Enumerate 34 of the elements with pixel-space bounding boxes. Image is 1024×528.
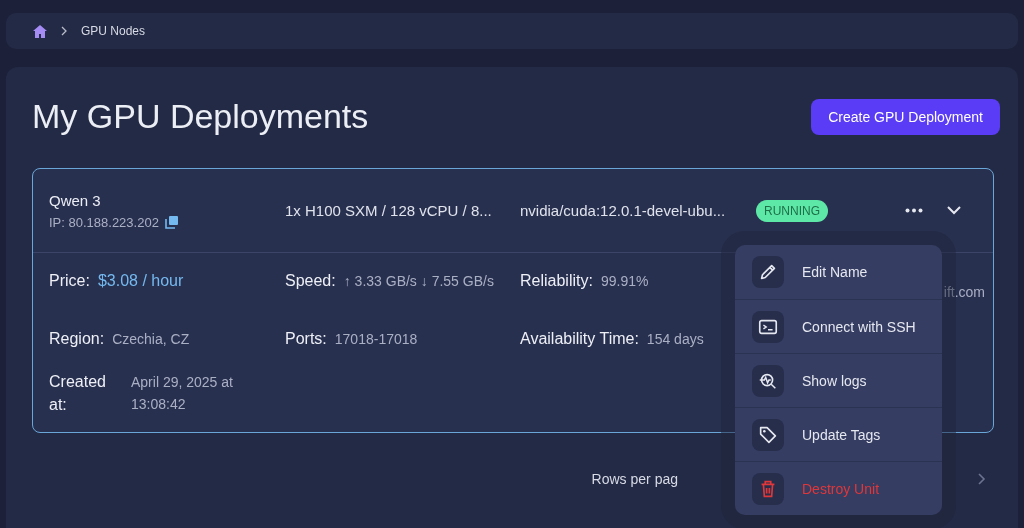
menu-item[interactable]: Update Tags (735, 407, 942, 461)
detail-label: Availability Time: (520, 330, 639, 348)
more-dots-icon (905, 208, 923, 213)
detail-label: Region: (49, 330, 105, 348)
detail-value: 17018-17018 (334, 331, 418, 347)
deployment-name: Qwen 3 (49, 191, 102, 209)
detail-label: Ports: (285, 330, 327, 348)
detail-value: 99.91% (600, 273, 649, 289)
next-page-icon[interactable] (978, 473, 986, 486)
gpu-spec: 1x H100 SXM / 128 vCPU / 8... (285, 202, 493, 219)
chevron-icon (61, 26, 67, 36)
detail-label: Price: (49, 272, 90, 290)
status-badge: RUNNING (756, 199, 828, 222)
detail-value: ↑ 3.33 GB/s ↓ 7.55 GB/s (343, 273, 494, 289)
detail-label: Reliability: (520, 272, 593, 290)
home-icon[interactable] (33, 24, 47, 38)
detail-label: Speed: (285, 272, 336, 290)
menu-item[interactable]: Connect with SSH (735, 299, 942, 353)
detail-label: Created at: (49, 372, 107, 416)
menu-item[interactable]: Edit Name (735, 245, 942, 299)
chevron-icon (947, 206, 961, 215)
detail-value: April 29, 2025 at 13:08:42 (131, 373, 234, 415)
breadcrumb-item[interactable]: GPU Nodes (81, 24, 146, 38)
detail-value: 154 days (646, 331, 704, 347)
detail-value: $3.08 / hour (97, 272, 184, 290)
menu-item[interactable]: Show logs (735, 353, 942, 407)
detail-value: ift.com (943, 284, 985, 300)
page-title: My GPU Deployments (32, 97, 369, 136)
rows-per-page-label: Rows per pag (591, 471, 678, 488)
container-image: nvidia/cuda:12.0.1-devel-ubu... (520, 202, 727, 219)
create-deployment-button[interactable]: Create GPU Deployment (811, 98, 1000, 135)
copy-icon[interactable] (164, 215, 179, 229)
detail-value: Czechia, CZ (112, 331, 190, 347)
ip-address: IP: 80.188.223.202 (49, 214, 159, 230)
